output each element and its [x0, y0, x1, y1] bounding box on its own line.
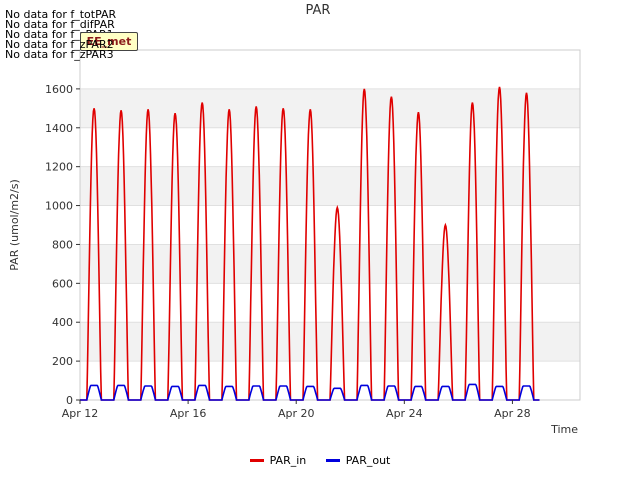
x-tick-label: Apr 28: [494, 407, 531, 420]
y-tick-label: 400: [52, 316, 73, 329]
legend-swatch-par-out: [325, 459, 340, 462]
legend-swatch-par-in: [249, 459, 264, 462]
legend-item-par-in: PAR_in: [249, 454, 307, 467]
grid-band: [80, 127, 580, 167]
y-tick-label: 1600: [45, 83, 73, 96]
y-axis-label: PAR (umol/m2/s): [8, 179, 21, 271]
x-tick-label: Apr 16: [170, 407, 207, 420]
y-tick-label: 200: [52, 355, 73, 368]
grid-band: [80, 205, 580, 245]
y-tick-label: 1400: [45, 122, 73, 135]
grid-band: [80, 166, 580, 206]
y-tick-label: 0: [66, 394, 73, 407]
y-tick-label: 600: [52, 277, 73, 290]
legend-label-par-in: PAR_in: [269, 454, 307, 467]
y-tick-label: 1000: [45, 200, 73, 213]
grid-band: [80, 88, 580, 128]
y-axis: 0 200 400 600 800 1000 1200 1400 1600: [45, 83, 80, 407]
legend-label-par-out: PAR_out: [345, 454, 391, 467]
par-chart: 02004006008001000120014001600 Apr 12 Apr …: [8, 3, 581, 436]
x-tick-label: Apr 20: [278, 407, 315, 420]
y-tick-label: 800: [52, 238, 73, 251]
x-axis-label: Time: [550, 423, 578, 436]
x-axis: Apr 12 Apr 16 Apr 20 Apr 24 Apr 28: [62, 400, 531, 420]
y-tick-label: 1200: [45, 161, 73, 174]
chart-title: PAR: [306, 3, 331, 18]
legend-item-par-out: PAR_out: [325, 454, 391, 467]
x-tick-label: Apr 12: [62, 407, 99, 420]
legend: PAR_in PAR_out: [0, 452, 640, 467]
x-tick-label: Apr 24: [386, 407, 423, 420]
no-data-message-zpar3: No data for f_zPAR3: [5, 48, 114, 61]
grid-band: [80, 50, 580, 89]
